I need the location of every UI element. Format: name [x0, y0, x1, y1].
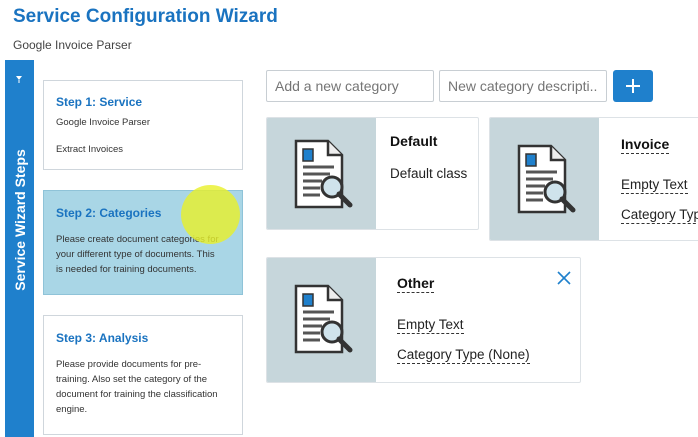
document-search-icon: [294, 284, 353, 354]
category-card-default[interactable]: Default Default class: [266, 117, 479, 230]
category-description[interactable]: Empty Text: [621, 177, 688, 194]
category-title[interactable]: Other: [397, 275, 435, 293]
category-image: [267, 258, 376, 382]
category-title[interactable]: Default: [390, 133, 437, 149]
step-description: engine.: [56, 404, 88, 415]
step-description: your different type of documents. This: [56, 249, 215, 260]
category-description[interactable]: Empty Text: [397, 317, 464, 334]
page-subtitle: Google Invoice Parser: [13, 38, 132, 52]
category-image: [490, 118, 599, 240]
document-search-icon: [517, 144, 576, 214]
category-card-invoice[interactable]: Invoice Empty Text Category Typ: [489, 117, 698, 241]
category-type[interactable]: Category Type (None): [397, 347, 530, 364]
step-description: document for training the classification: [56, 389, 218, 400]
category-title[interactable]: Invoice: [621, 136, 670, 154]
page-title: Service Configuration Wizard: [13, 6, 278, 27]
step-title: Step 3: Analysis: [56, 331, 149, 345]
cursor-highlight: [181, 185, 240, 244]
category-card-other[interactable]: Other Empty Text Category Type (None): [266, 257, 581, 383]
step-description: Please provide documents for pre-: [56, 359, 202, 370]
step-card-analysis[interactable]: Step 3: Analysis Please provide document…: [43, 315, 243, 435]
step-description: Google Invoice Parser: [56, 117, 150, 128]
category-description[interactable]: Default class: [390, 166, 467, 181]
step-description: training. Also set the category of the: [56, 374, 208, 385]
wizard-steps-sidebar-tab[interactable]: Service Wizard Steps: [5, 60, 34, 437]
category-description-input[interactable]: [439, 70, 607, 102]
category-type[interactable]: Category Typ: [621, 207, 698, 224]
step-title: Step 1: Service: [56, 95, 143, 109]
add-category-button[interactable]: [613, 70, 653, 102]
sidebar-label: Service Wizard Steps: [11, 149, 28, 291]
step-description: is needed for training documents.: [56, 264, 197, 275]
step-card-service[interactable]: Step 1: Service Google Invoice Parser Ex…: [43, 80, 243, 170]
close-icon[interactable]: [557, 271, 571, 285]
category-image: [267, 118, 376, 229]
sidebar-label-container: Service Wizard Steps: [5, 60, 34, 291]
step-description: Extract Invoices: [56, 144, 124, 155]
document-search-icon: [294, 139, 353, 209]
category-name-input[interactable]: [266, 70, 434, 102]
